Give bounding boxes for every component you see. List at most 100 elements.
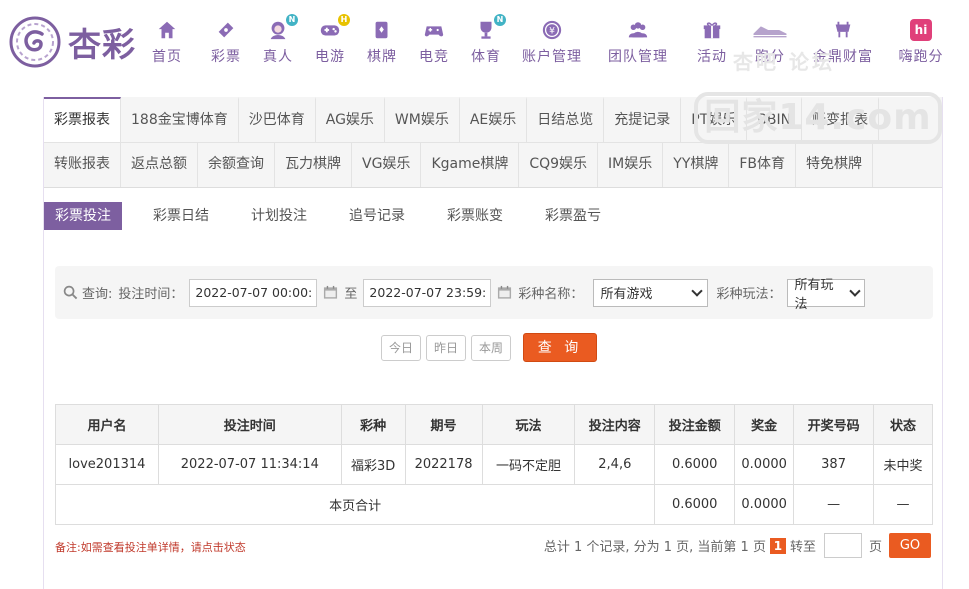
nav-item-slots[interactable]: H 电游	[304, 14, 356, 68]
tab-wm[interactable]: WM娱乐	[384, 97, 460, 142]
nav-item-esports[interactable]: 电竞	[408, 18, 460, 68]
nav-item-sports[interactable]: N 体育	[460, 14, 512, 68]
hot-badge: H	[338, 14, 350, 26]
tab-im[interactable]: IM娱乐	[598, 142, 664, 187]
goto-page-input[interactable]	[823, 533, 862, 558]
col-username: 用户名	[55, 404, 159, 445]
this-week-button[interactable]: 本周	[471, 334, 511, 361]
nav-label: 团队管理	[608, 49, 668, 65]
site-logo[interactable]: 杏彩	[8, 14, 148, 70]
col-status: 状态	[873, 404, 933, 445]
nav-label: 棋牌	[367, 49, 397, 65]
current-page-number[interactable]: 1	[769, 537, 786, 554]
tab-ae[interactable]: AE娱乐	[459, 97, 528, 142]
nav-item-chess[interactable]: 棋牌	[356, 18, 408, 68]
lottery-name-select[interactable]: 所有游戏	[593, 278, 709, 307]
subtab-lottery-bets[interactable]: 彩票投注	[44, 202, 122, 230]
tab-vg[interactable]: VG娱乐	[352, 142, 422, 187]
tab-rebate-total[interactable]: 返点总额	[121, 142, 198, 187]
tab-ag[interactable]: AG娱乐	[315, 97, 385, 142]
subtab-lottery-daily[interactable]: 彩票日结	[142, 202, 220, 230]
table-total-row: 本页合计 0.6000 0.0000 — —	[54, 484, 933, 525]
start-time-input[interactable]	[189, 278, 318, 307]
nav-item-account[interactable]: ¥ 账户管理	[512, 18, 592, 68]
table-header-row: 用户名 投注时间 彩种 期号 玩法 投注内容 投注金额 奖金 开奖号码 状态	[55, 404, 933, 445]
cell-bet-content: 2,4,6	[574, 444, 656, 485]
svg-text:¥: ¥	[549, 26, 555, 37]
total-bet-amount: 0.6000	[654, 484, 736, 525]
end-time-input[interactable]	[363, 278, 492, 307]
tab-cq9[interactable]: CQ9娱乐	[519, 142, 599, 187]
tab-fb-sports[interactable]: FB体育	[729, 142, 797, 187]
tab-temian-chess[interactable]: 特免棋牌	[796, 142, 874, 187]
total-bonus: 0.0000	[734, 484, 795, 525]
new-badge: N	[494, 14, 506, 26]
quick-date-buttons: 今日 昨日 本周 查 询	[381, 333, 597, 362]
logo-text: 杏彩	[68, 25, 136, 64]
tab-balance-query[interactable]: 余额查询	[198, 142, 275, 187]
tab-shaba-sports[interactable]: 沙巴体育	[238, 97, 316, 142]
nav-item-lottery[interactable]: 彩票	[200, 18, 252, 68]
calendar-icon[interactable]	[497, 285, 512, 300]
col-draw-number: 开奖号码	[793, 404, 875, 445]
nav-label: 账户管理	[522, 49, 582, 65]
total-status: —	[873, 484, 933, 525]
pagination: 总计 1 个记录, 分为 1 页, 当前第 1 页 1 转至 页 GO	[544, 533, 931, 558]
bet-time-label: 投注时间：	[118, 287, 184, 302]
nav-item-hi-paofen[interactable]: hi 嗨跑分	[888, 18, 954, 68]
subtab-lottery-profit[interactable]: 彩票盈亏	[534, 202, 612, 230]
col-bonus: 奖金	[734, 404, 795, 445]
go-button[interactable]: GO	[889, 533, 931, 558]
bet-records-table: 用户名 投注时间 彩种 期号 玩法 投注内容 投注金额 奖金 开奖号码 状态 l…	[54, 404, 933, 525]
tab-deposit-withdraw[interactable]: 充提记录	[604, 97, 682, 142]
esports-controller-icon	[420, 18, 448, 42]
calendar-icon[interactable]	[323, 285, 338, 300]
col-issue: 期号	[404, 404, 483, 445]
today-button[interactable]: 今日	[381, 334, 421, 361]
lottery-name-label: 彩种名称：	[518, 287, 584, 302]
nav-item-activity[interactable]: 活动	[686, 18, 738, 68]
report-panel: 彩票报表 188金宝博体育 沙巴体育 AG娱乐 WM娱乐 AE娱乐 日结总览 充…	[43, 97, 943, 589]
tab-daily-overview[interactable]: 日结总览	[527, 97, 605, 142]
chevron-down-icon	[848, 284, 861, 297]
nav-item-paofen[interactable]: 跑分	[744, 18, 796, 68]
ding-icon	[829, 18, 857, 42]
col-bet-amount: 投注金额	[654, 404, 736, 445]
nav-label: 金鼎财富	[813, 49, 873, 65]
tab-wali-chess[interactable]: 瓦力棋牌	[275, 142, 352, 187]
col-lottery: 彩种	[340, 404, 406, 445]
page-total-label: 本页合计	[54, 484, 656, 525]
play-type-label: 彩种玩法：	[716, 287, 782, 302]
tab-pt[interactable]: PT娱乐	[681, 97, 748, 142]
subtab-chase-records[interactable]: 追号记录	[338, 202, 416, 230]
tab-bbin[interactable]: BBIN	[747, 97, 803, 142]
yesterday-button[interactable]: 昨日	[426, 334, 466, 361]
subtab-plan-bets[interactable]: 计划投注	[240, 202, 318, 230]
query-button[interactable]: 查 询	[523, 333, 597, 362]
col-bet-content: 投注内容	[574, 404, 656, 445]
tab-transfer-report[interactable]: 转账报表	[44, 142, 121, 187]
cell-status-link[interactable]: 未中奖	[873, 444, 933, 485]
running-shoe-icon	[750, 18, 790, 42]
tab-account-change[interactable]: 账变报表	[802, 97, 880, 142]
nav-item-live[interactable]: N 真人	[252, 14, 304, 68]
tab-yy-chess[interactable]: YY棋牌	[663, 142, 730, 187]
top-header: 杏彩 首页 彩票 N 真人 H 电游 棋牌 电竞 N 体育 ¥ 账户管理 团队管…	[0, 0, 969, 90]
subtab-lottery-account-change[interactable]: 彩票账变	[436, 202, 514, 230]
nav-item-team[interactable]: 团队管理	[598, 18, 678, 68]
cell-bet-amount: 0.6000	[654, 444, 736, 485]
nav-label: 体育	[471, 49, 501, 65]
cell-issue: 2022178	[404, 444, 483, 485]
cell-lottery: 福彩3D	[340, 444, 406, 485]
play-type-select[interactable]: 所有玩法	[787, 278, 866, 312]
nav-item-home[interactable]: 首页	[148, 18, 186, 68]
tab-kgame[interactable]: Kgame棋牌	[421, 142, 520, 187]
col-bet-time: 投注时间	[157, 404, 342, 445]
nav-item-jinding[interactable]: 金鼎财富	[806, 18, 880, 68]
home-icon	[153, 18, 181, 42]
cards-icon	[368, 18, 396, 42]
live-dealer-icon: N	[264, 14, 298, 42]
nav-label: 嗨跑分	[898, 49, 944, 65]
tab-lottery-report[interactable]: 彩票报表	[44, 97, 121, 142]
tab-188-sports[interactable]: 188金宝博体育	[121, 97, 239, 142]
